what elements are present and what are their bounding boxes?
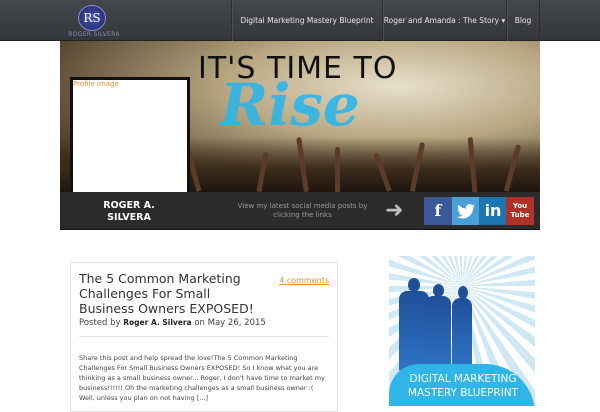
nav-item-story[interactable]: Roger and Amanda : The Story ▾ xyxy=(382,0,506,41)
youtube-icon[interactable]: You Tube xyxy=(506,197,534,225)
nav-item-blog[interactable]: Blog xyxy=(506,0,540,41)
post-author[interactable]: Roger A. Silvera xyxy=(123,318,191,327)
post-meta: Posted by Roger A. Silvera on May 26, 20… xyxy=(79,318,266,328)
profile-image-alt: Profile image xyxy=(73,80,119,88)
facebook-icon[interactable]: f xyxy=(424,197,452,225)
nav-item-ebook[interactable]: Digital Marketing Mastery Blueprint Eboo… xyxy=(231,0,382,66)
ad-title-line1: DIGITAL MARKETING xyxy=(409,373,517,385)
arrow-right-icon: ➜ xyxy=(385,198,404,223)
site-logo[interactable]: RS ROGER SILVERA xyxy=(62,3,126,39)
date-prefix: on xyxy=(194,318,205,328)
twitter-icon[interactable] xyxy=(452,197,480,225)
social-text: View my latest social media posts by cli… xyxy=(237,202,368,219)
logo-monogram: RS xyxy=(78,5,106,31)
hero-script-text: Rise xyxy=(220,71,360,139)
blog-post-card: The 5 Common Marketing Challenges For Sm… xyxy=(70,262,338,412)
ad-title-line2: MASTERY BLUEPRINT xyxy=(407,387,519,399)
divider xyxy=(79,336,329,337)
linkedin-icon[interactable]: in xyxy=(479,197,507,225)
profile-image: Profile image xyxy=(70,77,190,195)
post-excerpt: Share this post and help spread the love… xyxy=(79,354,325,402)
post-date: May 26, 2015 xyxy=(207,318,266,328)
top-nav: RS ROGER SILVERA Digital Marketing Maste… xyxy=(0,0,600,66)
ebook-ad-banner[interactable]: DIGITAL MARKETING MASTERY BLUEPRINT xyxy=(389,256,535,406)
comments-link[interactable]: 4 comments xyxy=(279,276,329,285)
profile-name: ROGER A. SILVERA xyxy=(103,200,155,223)
post-title[interactable]: The 5 Common Marketing Challenges For Sm… xyxy=(79,271,269,316)
logo-text: ROGER SILVERA xyxy=(68,31,120,38)
profile-bar: ROGER A. SILVERA View my latest social m… xyxy=(60,192,540,230)
posted-by-label: Posted by xyxy=(79,318,121,328)
